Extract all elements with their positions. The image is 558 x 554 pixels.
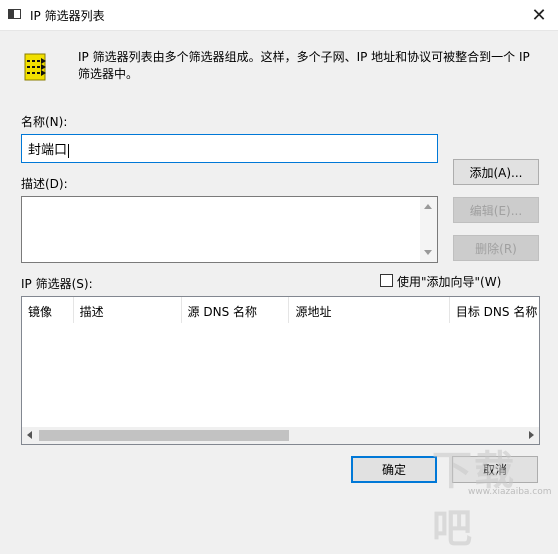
window-icon bbox=[8, 9, 21, 19]
scroll-thumb[interactable] bbox=[39, 430, 289, 441]
watermark-logo: 下载吧 bbox=[432, 448, 516, 552]
title-bar: IP 筛选器列表 ✕ bbox=[0, 0, 558, 31]
text-caret bbox=[68, 143, 70, 158]
filter-list-icon bbox=[22, 52, 48, 82]
description-scrollbar[interactable] bbox=[420, 197, 437, 262]
close-button[interactable]: ✕ bbox=[520, 0, 558, 30]
column-description[interactable]: 描述 bbox=[74, 297, 182, 323]
list-header: 镜像 描述 源 DNS 名称 源地址 目标 DNS 名称 bbox=[22, 297, 539, 323]
wizard-checkbox-label[interactable]: 使用"添加向导"(W) bbox=[397, 273, 501, 290]
name-label: 名称(N): bbox=[21, 115, 68, 129]
column-mirror[interactable]: 镜像 bbox=[22, 297, 74, 323]
description-field[interactable] bbox=[21, 196, 438, 263]
watermark-url: www.xiazaiba.com bbox=[468, 487, 552, 497]
ip-filters-label: IP 筛选器(S): bbox=[21, 277, 93, 291]
edit-button[interactable]: 编辑(E)... bbox=[453, 197, 539, 223]
wizard-checkbox[interactable] bbox=[380, 274, 393, 287]
window-title: IP 筛选器列表 bbox=[30, 9, 105, 23]
column-destination-dns[interactable]: 目标 DNS 名称 bbox=[450, 297, 539, 323]
dialog-description: IP 筛选器列表由多个筛选器组成。这样，多个子网、IP 地址和协议可被整合到一个… bbox=[78, 50, 530, 81]
scroll-up-icon[interactable] bbox=[424, 204, 432, 209]
column-source-dns[interactable]: 源 DNS 名称 bbox=[182, 297, 290, 323]
column-source-address[interactable]: 源地址 bbox=[289, 297, 450, 323]
ok-button[interactable]: 确定 bbox=[351, 456, 437, 483]
delete-button[interactable]: 删除(R) bbox=[453, 235, 539, 261]
scroll-left-icon[interactable] bbox=[27, 431, 32, 439]
name-field-value: 封端口 bbox=[28, 143, 68, 158]
description-label: 描述(D): bbox=[21, 177, 68, 191]
scroll-down-icon[interactable] bbox=[424, 250, 432, 255]
add-button[interactable]: 添加(A)... bbox=[453, 159, 539, 185]
ip-filters-list[interactable]: 镜像 描述 源 DNS 名称 源地址 目标 DNS 名称 bbox=[21, 296, 540, 445]
name-field[interactable]: 封端口 bbox=[21, 134, 438, 163]
